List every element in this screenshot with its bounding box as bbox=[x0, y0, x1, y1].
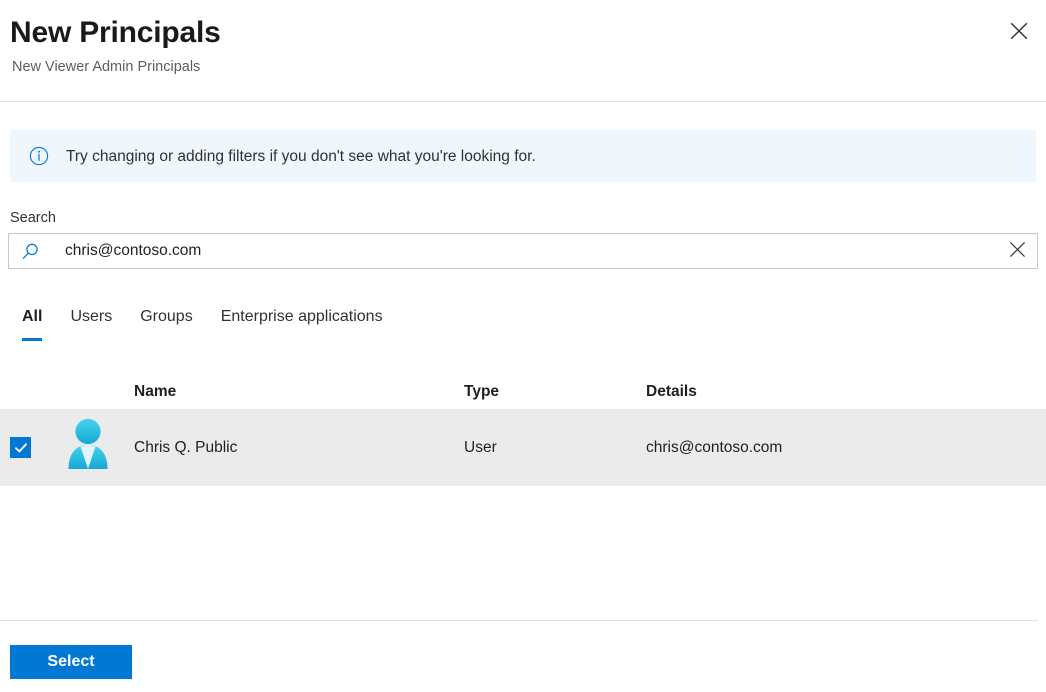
tab-all[interactable]: All bbox=[8, 297, 56, 337]
row-checkbox-cell bbox=[10, 437, 62, 458]
row-name: Chris Q. Public bbox=[134, 439, 464, 457]
footer-divider bbox=[0, 620, 1038, 621]
close-button[interactable] bbox=[1000, 12, 1038, 50]
tab-label: All bbox=[22, 308, 42, 326]
panel-header: New Principals New Viewer Admin Principa… bbox=[0, 0, 1046, 77]
tab-label: Enterprise applications bbox=[221, 308, 383, 326]
row-avatar-cell bbox=[62, 417, 134, 478]
search-label: Search bbox=[10, 208, 1038, 228]
tab-groups[interactable]: Groups bbox=[126, 297, 206, 337]
close-icon bbox=[1009, 21, 1029, 41]
clear-search-button[interactable] bbox=[997, 234, 1037, 268]
tab-users[interactable]: Users bbox=[56, 297, 126, 337]
tab-label: Groups bbox=[140, 308, 192, 326]
search-input[interactable] bbox=[47, 234, 997, 268]
table-row[interactable]: Chris Q. Public User chris@contoso.com bbox=[0, 409, 1046, 486]
search-box[interactable] bbox=[8, 233, 1038, 269]
info-banner-message: Try changing or adding filters if you do… bbox=[66, 146, 536, 167]
select-button[interactable]: Select bbox=[10, 645, 132, 679]
user-avatar-icon bbox=[62, 417, 114, 478]
column-header-type: Type bbox=[464, 383, 646, 401]
clear-icon bbox=[1008, 240, 1027, 262]
tab-label: Users bbox=[70, 308, 112, 326]
page-subtitle: New Viewer Admin Principals bbox=[12, 57, 1036, 77]
row-details: chris@contoso.com bbox=[646, 439, 1046, 457]
row-type: User bbox=[464, 439, 646, 457]
tab-bar: All Users Groups Enterprise applications bbox=[8, 295, 1046, 337]
search-block: Search bbox=[8, 208, 1038, 269]
principals-table: Name Type Details bbox=[0, 375, 1046, 486]
page-title: New Principals bbox=[10, 14, 1036, 52]
info-banner: Try changing or adding filters if you do… bbox=[10, 130, 1036, 182]
search-icon bbox=[13, 242, 47, 261]
tab-enterprise-applications[interactable]: Enterprise applications bbox=[207, 297, 397, 337]
info-circle-icon bbox=[28, 145, 50, 167]
footer: Select bbox=[0, 620, 1046, 692]
column-header-details: Details bbox=[646, 383, 1046, 401]
row-checkbox[interactable] bbox=[10, 437, 31, 458]
table-header-row: Name Type Details bbox=[0, 375, 1046, 409]
column-header-name: Name bbox=[134, 383, 464, 401]
header-divider bbox=[0, 101, 1046, 102]
